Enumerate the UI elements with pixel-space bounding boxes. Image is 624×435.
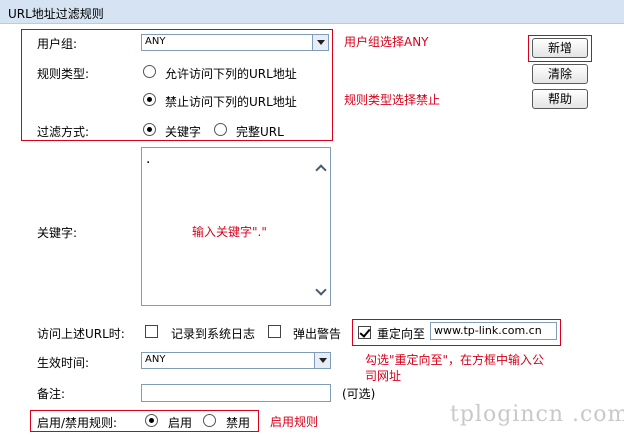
add-button[interactable]: 新增 — [532, 38, 588, 58]
redirect-checkbox[interactable] — [358, 326, 371, 339]
popup-warning-label: 弹出警告 — [293, 327, 342, 341]
chevron-down-icon[interactable] — [312, 35, 328, 50]
rule-type-allow-label: 允许访问下列的URL地址 — [165, 67, 297, 81]
disable-radio[interactable] — [203, 414, 216, 427]
rule-type-label: 规则类型: — [37, 67, 90, 81]
scroll-up-icon[interactable] — [315, 164, 327, 176]
filter-mode-label: 过滤方式: — [37, 125, 90, 139]
filter-mode-fullurl-radio[interactable] — [214, 123, 227, 136]
filter-mode-keyword-label: 关键字 — [165, 125, 202, 139]
chevron-down-icon[interactable] — [314, 353, 330, 368]
watermark: tplogincn .com — [450, 402, 624, 427]
user-group-select[interactable]: ANY — [141, 34, 329, 51]
log-checkbox[interactable] — [145, 325, 158, 338]
user-group-value: ANY — [145, 36, 166, 47]
enable-label: 启用 — [168, 416, 193, 430]
keyword-note: 输入关键字"." — [192, 225, 267, 239]
redirect-note-line2: 司网址 — [365, 369, 402, 383]
user-group-label: 用户组: — [37, 37, 78, 51]
help-button[interactable]: 帮助 — [532, 89, 588, 109]
remark-label: 备注: — [37, 387, 66, 401]
clear-button[interactable]: 清除 — [532, 64, 588, 84]
keyword-label: 关键字: — [37, 226, 78, 240]
popup-warning-checkbox[interactable] — [268, 325, 281, 338]
keyword-value: . — [146, 151, 151, 167]
redirect-label: 重定向至 — [377, 327, 426, 341]
remark-input[interactable] — [141, 384, 331, 402]
keyword-scrollbar[interactable] — [313, 148, 330, 305]
page-title: URL地址过滤规则 — [8, 7, 104, 21]
rule-type-deny-label: 禁止访问下列的URL地址 — [165, 95, 297, 109]
scroll-down-icon[interactable] — [315, 284, 327, 296]
rule-type-allow-radio[interactable] — [143, 65, 156, 78]
enable-note: 启用规则 — [270, 415, 319, 429]
user-group-note: 用户组选择ANY — [344, 35, 429, 49]
filter-mode-fullurl-label: 完整URL — [236, 125, 284, 139]
remark-hint: (可选) — [342, 387, 376, 401]
filter-mode-keyword-radio[interactable] — [143, 123, 156, 136]
redirect-note-line1: 勾选"重定向至"，在方框中输入公 — [365, 353, 545, 367]
enable-radio[interactable] — [145, 414, 158, 427]
rule-type-note: 规则类型选择禁止 — [344, 93, 441, 107]
effective-time-label: 生效时间: — [37, 356, 90, 370]
enable-rule-label: 启用/禁用规则: — [37, 416, 118, 430]
redirect-url-input[interactable]: www.tp-link.com.cn — [430, 322, 557, 340]
rule-type-deny-radio[interactable] — [143, 93, 156, 106]
disable-label: 禁用 — [226, 416, 251, 430]
effective-time-value: ANY — [145, 354, 166, 365]
log-label: 记录到系统日志 — [171, 327, 256, 341]
effective-time-select[interactable]: ANY — [141, 352, 331, 369]
on-access-label: 访问上述URL时: — [37, 327, 125, 341]
